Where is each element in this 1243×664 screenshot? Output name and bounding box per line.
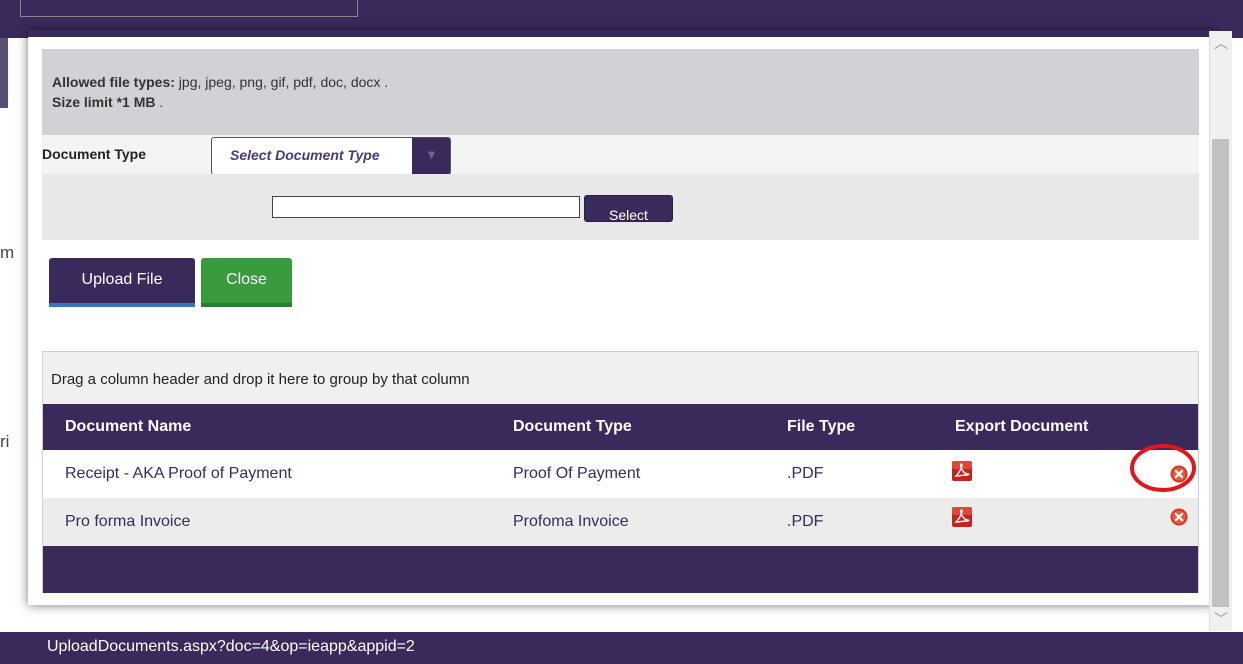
document-name-cell: Pro forma Invoice xyxy=(65,513,191,530)
column-header-export-document[interactable]: Export Document xyxy=(955,418,1088,436)
column-header-file-type[interactable]: File Type xyxy=(787,418,855,436)
select-file-button[interactable]: Select xyxy=(584,195,673,222)
allowed-types-label: Allowed file types: xyxy=(52,74,175,90)
background-left-strip xyxy=(0,38,8,108)
chevron-down-icon: ▼ xyxy=(425,147,438,162)
size-limit-suffix: . xyxy=(155,94,164,110)
file-path-input[interactable] xyxy=(272,196,580,218)
table-row: Pro forma Invoice Profoma Invoice .PDF xyxy=(43,498,1198,546)
table-row: Receipt - AKA Proof of Payment Proof Of … xyxy=(43,450,1198,498)
close-button[interactable]: Close xyxy=(201,258,292,307)
highlight-annotation xyxy=(1130,444,1196,492)
file-type-cell: .PDF xyxy=(787,513,824,530)
pdf-icon[interactable] xyxy=(952,461,972,481)
document-type-cell: Proof Of Payment xyxy=(513,465,641,482)
documents-grid: Drag a column header and drop it here to… xyxy=(42,351,1199,593)
grid-footer xyxy=(43,546,1198,593)
file-info-panel xyxy=(42,49,1199,135)
chevron-up-icon[interactable]: ︿ xyxy=(1214,33,1228,53)
document-type-dropdown-button[interactable]: ▼ xyxy=(412,138,450,174)
background-text-fragment: ri xyxy=(0,432,10,451)
allowed-file-types: Allowed file types: jpg, jpeg, png, gif,… xyxy=(52,74,388,90)
dialog-top-border xyxy=(28,30,1216,37)
document-type-selected-value: Select Document Type xyxy=(230,147,380,163)
group-by-panel[interactable]: Drag a column header and drop it here to… xyxy=(43,352,1198,404)
file-type-cell: .PDF xyxy=(787,465,824,482)
size-limit: Size limit *1 MB . xyxy=(52,94,163,110)
scrollbar-thumb[interactable] xyxy=(1212,139,1229,607)
column-header-document-name[interactable]: Document Name xyxy=(65,418,191,436)
size-limit-label: Size limit *1 MB xyxy=(52,94,156,110)
document-type-cell: Profoma Invoice xyxy=(513,513,629,530)
group-by-hint: Drag a column header and drop it here to… xyxy=(51,371,470,388)
document-type-select[interactable]: Select Document Type ▼ xyxy=(211,137,451,175)
allowed-types-value: jpg, jpeg, png, gif, pdf, doc, docx . xyxy=(174,74,389,90)
document-type-label: Document Type xyxy=(42,146,146,162)
status-url: UploadDocuments.aspx?doc=4&op=ieapp&appi… xyxy=(47,638,415,655)
pdf-icon[interactable] xyxy=(952,507,972,527)
dialog-scrollbar[interactable]: ︿ ﹀ xyxy=(1209,31,1232,631)
background-text-fragment: m xyxy=(0,243,15,262)
delete-icon[interactable] xyxy=(1170,508,1188,526)
column-header-document-type[interactable]: Document Type xyxy=(513,418,632,436)
chevron-down-icon[interactable]: ﹀ xyxy=(1214,609,1228,629)
background-top-box xyxy=(20,0,358,17)
upload-file-button[interactable]: Upload File xyxy=(49,258,195,307)
document-name-cell: Receipt - AKA Proof of Payment xyxy=(65,465,292,482)
